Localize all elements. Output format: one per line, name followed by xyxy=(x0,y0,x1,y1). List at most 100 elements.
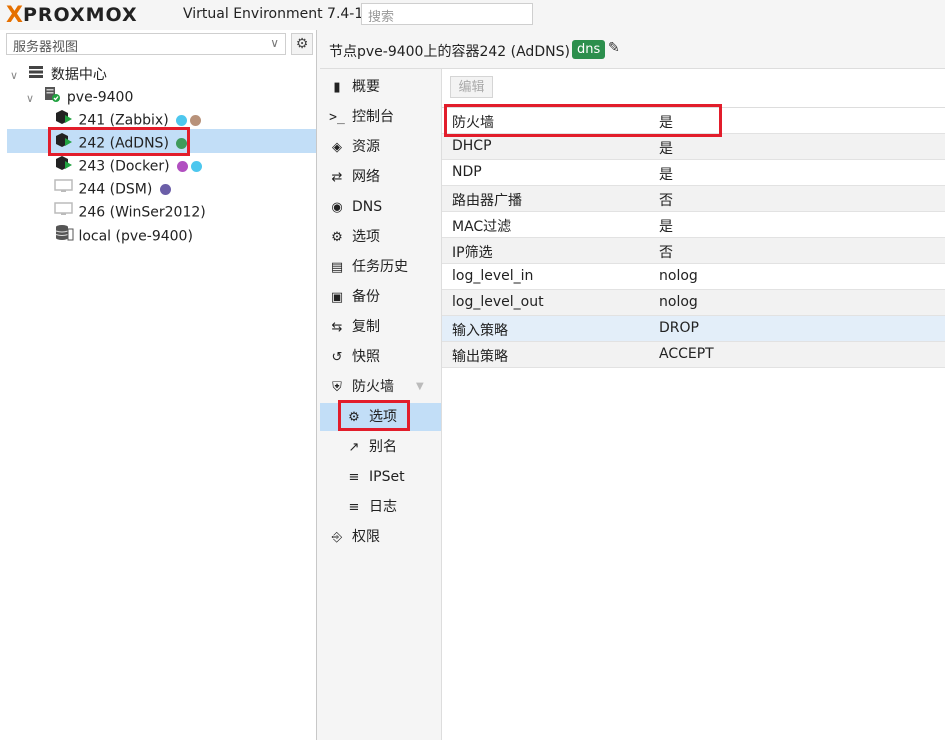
nav-snapshots[interactable]: ↺ 快照 xyxy=(320,343,441,371)
row-value: 是 xyxy=(659,141,673,157)
nav-console[interactable]: >_ 控制台 xyxy=(320,103,441,131)
nav-label: 选项 xyxy=(369,409,397,425)
gear-icon: ⚙ xyxy=(295,36,309,52)
row-value: nolog xyxy=(659,268,698,284)
row-value: 是 xyxy=(659,115,673,131)
nav-replication[interactable]: ⇆ 复制 xyxy=(320,313,441,341)
vm-stopped-icon xyxy=(54,178,74,201)
table-row[interactable]: 防火墙 是 xyxy=(442,108,945,134)
edit-button[interactable]: 编辑 xyxy=(450,76,493,98)
nav-network[interactable]: ⇄ 网络 xyxy=(320,163,441,191)
datacenter-icon xyxy=(26,64,46,86)
tree-item-label: 246 (WinSer2012) xyxy=(78,204,206,221)
nav-permissions[interactable]: ⎆ 权限 xyxy=(320,523,441,551)
tree-item-label: 243 (Docker) xyxy=(78,158,170,175)
proxmox-logo: X PROXMOX xyxy=(6,2,138,28)
cube-icon: ◈ xyxy=(332,140,342,155)
tree-item-label: 242 (AdDNS) xyxy=(78,135,169,152)
table-row[interactable]: 输入策略 DROP xyxy=(442,316,945,342)
nav-firewall-alias[interactable]: ↗ 别名 xyxy=(320,433,441,461)
table-row[interactable]: MAC过滤 是 xyxy=(442,212,945,238)
gear-icon: ⚙ xyxy=(331,230,343,245)
row-value: 否 xyxy=(659,245,673,261)
tree-item-ct-243[interactable]: 243 (Docker) xyxy=(54,155,203,178)
nav-resources[interactable]: ◈ 资源 xyxy=(320,133,441,161)
nav-label: 网络 xyxy=(352,169,380,185)
table-row[interactable]: NDP 是 xyxy=(442,160,945,186)
tag-dot xyxy=(177,161,189,172)
row-key: 输入策略 xyxy=(452,323,508,339)
row-key: MAC过滤 xyxy=(452,219,512,235)
tree-item-label: local (pve-9400) xyxy=(78,228,193,245)
row-value: nolog xyxy=(659,294,698,310)
table-row[interactable]: IP筛选 否 xyxy=(442,238,945,264)
row-key: 路由器广播 xyxy=(452,193,522,209)
row-value: DROP xyxy=(659,320,699,336)
tree-item-vm-244[interactable]: 244 (DSM) xyxy=(54,178,171,200)
tree-item-storage[interactable]: local (pve-9400) xyxy=(54,224,193,246)
nav-firewall[interactable]: ⛨ 防火墙 ▼ xyxy=(320,373,441,401)
collapse-icon[interactable]: ∨ xyxy=(10,65,22,87)
resource-tree-panel: 服务器视图 ∨ ⚙ ∨ 数据中心 ∨ pve-9400 241 (Zabbix) xyxy=(0,30,317,740)
nav-task-history[interactable]: ▤ 任务历史 xyxy=(320,253,441,281)
nav-firewall-options[interactable]: ⚙ 选项 xyxy=(320,403,441,431)
tree-item-label: pve-9400 xyxy=(66,89,134,106)
version-label: Virtual Environment 7.4-14 xyxy=(183,6,373,22)
nav-label: DNS xyxy=(352,199,383,215)
collapse-icon[interactable]: ∨ xyxy=(26,88,38,110)
list-icon: ▤ xyxy=(330,260,344,275)
nav-options[interactable]: ⚙ 选项 xyxy=(320,223,441,251)
table-row[interactable]: DHCP 是 xyxy=(442,134,945,160)
tree-item-vm-246[interactable]: 246 (WinSer2012) xyxy=(54,201,206,223)
table-row[interactable]: log_level_in nolog xyxy=(442,264,945,290)
table-row[interactable]: log_level_out nolog xyxy=(442,290,945,316)
nav-firewall-ipset[interactable]: ≡ IPSet xyxy=(320,463,441,491)
nav-label: IPSet xyxy=(369,469,405,485)
tree-item-node[interactable]: ∨ pve-9400 xyxy=(26,86,133,108)
tag-dot xyxy=(159,184,171,195)
list-ol-icon: ≡ xyxy=(348,470,360,485)
container-running-icon xyxy=(54,155,74,178)
row-value: 是 xyxy=(659,167,673,183)
tree-item-label: 数据中心 xyxy=(50,67,107,83)
tag-dot xyxy=(176,138,188,149)
nav-dns[interactable]: ◉ DNS xyxy=(320,193,441,221)
nav-label: 备份 xyxy=(352,289,380,305)
tag-dot xyxy=(191,161,203,172)
content-titlebar: 节点pve-9400上的容器242 (AdDNS) dns ✎ xyxy=(320,30,945,69)
unlock-icon: ⎆ xyxy=(331,530,343,545)
nav-firewall-log[interactable]: ≡ 日志 xyxy=(320,493,441,521)
pencil-icon[interactable]: ✎ xyxy=(608,40,620,56)
table-row[interactable]: 路由器广播 否 xyxy=(442,186,945,212)
nav-label: 复制 xyxy=(352,319,380,335)
tree-item-ct-242[interactable]: 242 (AdDNS) xyxy=(54,132,188,154)
nav-label: 日志 xyxy=(369,499,397,515)
retweet-icon: ⇆ xyxy=(331,320,343,335)
tree-item-datacenter[interactable]: ∨ 数据中心 xyxy=(10,64,107,86)
tag-dot xyxy=(190,115,202,126)
row-value: 是 xyxy=(659,219,673,235)
history-icon: ↺ xyxy=(331,350,343,365)
tag-badge[interactable]: dns xyxy=(572,40,606,59)
gear-icon: ⚙ xyxy=(348,410,360,425)
book-icon: ▮ xyxy=(333,80,341,95)
nav-backup[interactable]: ▣ 备份 xyxy=(320,283,441,311)
exchange-icon: ⇄ xyxy=(331,170,343,185)
row-key: DHCP xyxy=(452,138,492,154)
nav-label: 防火墙 xyxy=(352,379,394,395)
tree-item-label: 241 (Zabbix) xyxy=(78,112,169,129)
nav-summary[interactable]: ▮ 概要 xyxy=(320,73,441,101)
list-icon: ≡ xyxy=(348,500,360,515)
search-input[interactable]: 搜索 xyxy=(361,3,533,25)
chevron-down-icon[interactable]: ▼ xyxy=(416,373,424,401)
row-key: NDP xyxy=(452,164,482,180)
tree-settings-button[interactable]: ⚙ xyxy=(291,33,313,55)
tag-dot xyxy=(176,115,188,126)
main-content: 节点pve-9400上的容器242 (AdDNS) dns ✎ ▮ 概要 >_ 控制… xyxy=(320,30,945,740)
tree-item-ct-241[interactable]: 241 (Zabbix) xyxy=(54,109,202,132)
nav-label: 快照 xyxy=(352,349,380,365)
view-selector[interactable]: 服务器视图 ∨ xyxy=(6,33,286,55)
table-row[interactable]: 输出策略 ACCEPT xyxy=(442,342,945,368)
row-value: 否 xyxy=(659,193,673,209)
container-running-icon xyxy=(54,109,74,132)
